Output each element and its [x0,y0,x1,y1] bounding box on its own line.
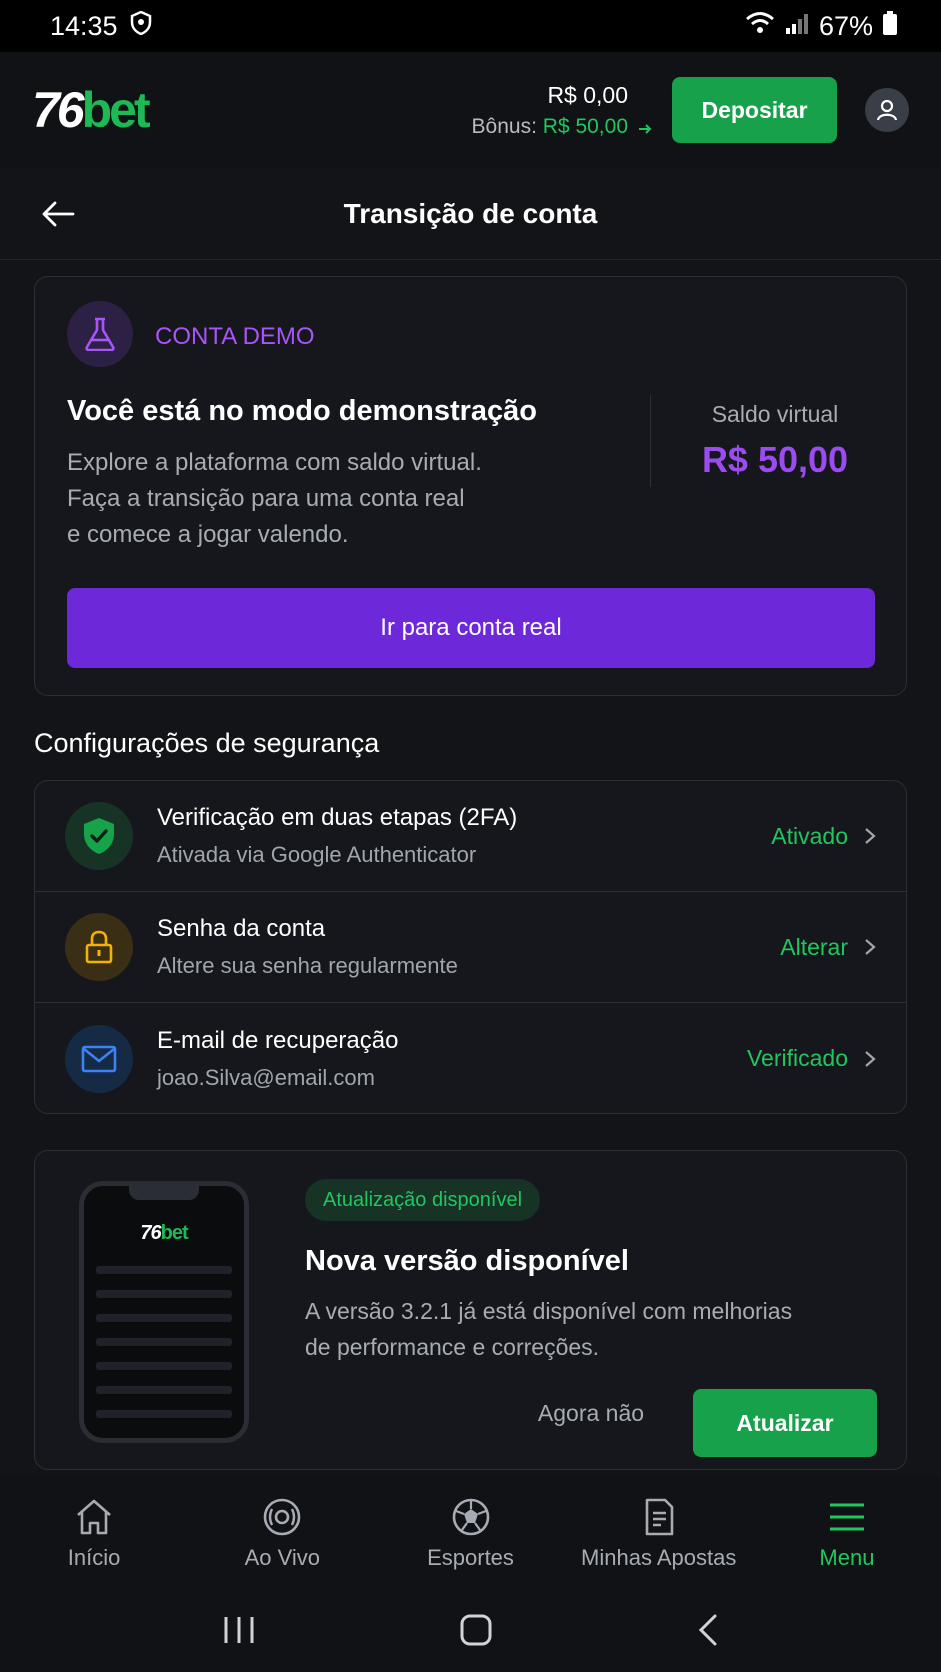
bets-document-icon [645,1498,674,1536]
divider [650,395,651,487]
flask-icon [67,301,133,367]
brand-logo[interactable]: 76bet [32,81,151,139]
system-back-icon[interactable] [697,1613,719,1652]
demo-description: Explore a plataforma com saldo virtual. … [67,449,482,548]
security-item-subtitle: joao.Silva@email.com [157,1064,375,1090]
security-item-2fa[interactable]: Verificação em duas etapas (2FA) Ativada… [35,781,906,892]
balance-swap-icon[interactable] [638,122,652,140]
page-title-bar: Transição de conta [0,168,941,260]
chevron-right-icon [865,828,876,844]
nav-item-menu[interactable]: Menu [753,1476,941,1592]
demo-badge-label: CONTA DEMO [155,323,315,350]
bottom-navigation: Início Ao Vivo Esportes Minhas Apostas M… [0,1476,941,1592]
status-bar: 14:35 67% [0,0,941,52]
balance-summary[interactable]: R$ 0,00 Bônus: R$ 50,00 [472,82,628,139]
security-item-status: Ativado [771,822,848,849]
update-available-badge: Atualização disponível [305,1179,541,1221]
shield-check-icon [65,802,133,870]
nav-label: Ao Vivo [244,1545,321,1570]
nav-item-live[interactable]: Ao Vivo [188,1476,376,1592]
chevron-right-icon [865,939,876,955]
demo-account-card: CONTA DEMO Você está no modo demonstraçã… [34,276,907,696]
bonus-label: Bônus: [471,114,537,138]
nav-label: Menu [819,1545,875,1570]
app-header: 76bet R$ 0,00 Bônus: R$ 50,00 Depositar [0,52,941,168]
home-button-icon[interactable] [459,1613,493,1652]
demo-title: Você está no modo demonstração [67,395,538,427]
update-description: A versão 3.2.1 já está disponível com me… [305,1298,793,1360]
chevron-right-icon [865,1050,876,1067]
menu-icon [829,1503,864,1531]
nav-item-my-bets[interactable]: Minhas Apostas [565,1476,753,1592]
not-now-button[interactable]: Agora não [525,1389,657,1437]
go-to-real-account-button[interactable]: Ir para conta real [67,588,875,668]
security-item-status: Alterar [780,933,848,960]
battery-icon [883,10,897,42]
nav-label: Minhas Apostas [581,1545,737,1570]
status-time: 14:35 [50,10,118,41]
virtual-balance-label: Saldo virtual [711,401,839,427]
phone-mockup-image: 76bet [79,1181,249,1443]
nav-label: Início [67,1545,121,1570]
user-avatar[interactable] [865,88,909,132]
mail-icon [65,1024,133,1093]
update-button[interactable]: Atualizar [693,1389,877,1457]
wifi-icon [745,11,775,42]
lock-icon [65,913,133,981]
deposit-button[interactable]: Depositar [672,77,837,143]
soccer-ball-icon [452,1498,489,1536]
shield-status-icon [130,10,152,42]
live-icon [263,1498,301,1536]
signal-icon [785,11,809,42]
nav-label: Esportes [427,1545,514,1570]
virtual-balance-value: R$ 50,00 [701,439,849,480]
system-navigation-bar [0,1592,941,1672]
security-item-title: Verificação em duas etapas (2FA) [157,804,518,831]
security-item-title: Senha da conta [157,915,326,942]
security-heading: Configurações de segurança [34,728,380,758]
page-title: Transição de conta [343,197,598,229]
nav-item-home[interactable]: Início [0,1476,188,1592]
security-item-status: Verificado [746,1045,848,1071]
battery-percentage: 67% [818,10,873,41]
back-arrow-icon[interactable] [38,194,78,234]
home-icon [77,1499,111,1535]
balance-value: R$ 0,00 [547,81,628,108]
security-item-subtitle: Altere sua senha regularmente [157,953,458,978]
security-item-password[interactable]: Senha da conta Altere sua senha regularm… [35,892,906,1003]
app-update-card: 76bet Atualização disponível Nova versão… [34,1150,907,1470]
security-settings-list: Verificação em duas etapas (2FA) Ativada… [34,780,907,1114]
nav-item-sports[interactable]: Esportes [376,1476,564,1592]
security-item-title: E-mail de recuperação [157,1026,399,1054]
bonus-balance: Bônus: R$ 50,00 [472,115,628,139]
update-title: Nova versão disponível [305,1245,629,1277]
security-item-subtitle: Ativada via Google Authenticator [157,842,477,867]
security-item-recovery-email[interactable]: E-mail de recuperação joao.Silva@email.c… [35,1003,906,1113]
bonus-value: R$ 50,00 [542,114,628,138]
recent-apps-icon[interactable] [222,1615,256,1650]
